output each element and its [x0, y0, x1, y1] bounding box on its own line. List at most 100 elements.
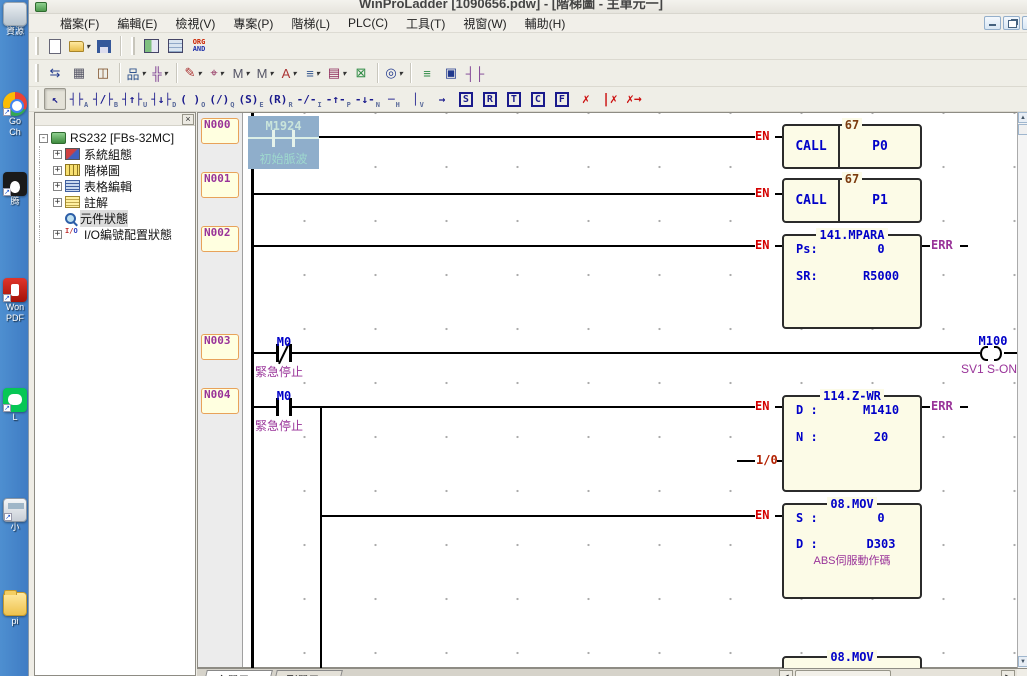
invert-tool[interactable]: -/-I	[296, 88, 323, 110]
expand-icon[interactable]: +	[53, 198, 62, 207]
vscroll-thumb[interactable]	[1018, 124, 1027, 135]
out-coil-tool[interactable]: ( )O	[179, 88, 206, 110]
save-button[interactable]	[93, 35, 115, 57]
chip-button[interactable]: ▦	[68, 62, 90, 84]
org-and-button[interactable]: ORGAND	[188, 35, 210, 57]
f-block-tool[interactable]: F	[551, 88, 573, 110]
status-list-button[interactable]: ≡	[416, 62, 438, 84]
delete-vline-tool[interactable]: |✗	[599, 88, 621, 110]
scroll-up-button[interactable]: ▲	[1018, 112, 1027, 123]
coil-m100[interactable]: M100	[971, 334, 1015, 348]
io-transfer-button[interactable]: ⇆	[44, 62, 66, 84]
coil-right[interactable]	[994, 346, 1002, 361]
network-label-n003[interactable]: N003	[201, 334, 239, 360]
tree-root-rs232[interactable]: - RS232 [FBs-32MC]	[39, 130, 195, 146]
arrow-tool[interactable]: →	[431, 88, 453, 110]
tree-item-comment[interactable]: + 註解	[39, 194, 195, 210]
menu-plc[interactable]: PLC(C)	[339, 15, 397, 31]
monitor-m-button[interactable]: ▤▾	[326, 62, 348, 84]
open-file-button[interactable]: ▾	[68, 35, 91, 57]
zwr-block[interactable]: 114.Z-WR D :M1410 N :20	[782, 395, 922, 492]
not-coil-tool[interactable]: (/)Q	[208, 88, 235, 110]
probe-a-button[interactable]: A▾	[278, 62, 300, 84]
selected-contact-m1924[interactable]: M1924 初始脈波	[248, 116, 319, 169]
motor-button[interactable]: M▾	[254, 62, 276, 84]
desktop-icon-folder[interactable]: pi	[2, 592, 28, 627]
c-block-tool[interactable]: C	[527, 88, 549, 110]
desktop-icon-line[interactable]: ↗L	[2, 388, 28, 423]
rising-edge-tool[interactable]: -↑-P	[325, 88, 352, 110]
menu-help[interactable]: 輔助(H)	[516, 14, 575, 33]
rising-contact-tool[interactable]: ┤↑├U	[121, 88, 148, 110]
desktop-icon-chrome[interactable]: ↗Go Ch	[2, 92, 28, 138]
vline-tool[interactable]: │V	[407, 88, 429, 110]
menu-file[interactable]: 檔案(F)	[51, 14, 108, 33]
call-p1-block[interactable]: 67 CALL P1	[782, 178, 922, 223]
project-tree-button[interactable]: 品▾	[125, 62, 147, 84]
select-tool[interactable]: ↖	[44, 88, 66, 110]
toolbar-grip[interactable]	[35, 64, 39, 82]
hline-tool[interactable]: ─H	[383, 88, 405, 110]
nc-contact-tool[interactable]: ┤/├B	[92, 88, 119, 110]
reset-coil-tool[interactable]: (R)R	[267, 88, 294, 110]
scroll-down-button[interactable]: ▼	[1018, 656, 1027, 667]
tree-item-system-config[interactable]: + 系統組態	[39, 146, 195, 162]
menu-tool[interactable]: 工具(T)	[397, 14, 454, 33]
tab-main-unit[interactable]: 主單元一	[203, 670, 273, 676]
desktop-icon-calc[interactable]: ↗小	[2, 498, 28, 533]
menu-window[interactable]: 視窗(W)	[454, 14, 515, 33]
s-block-tool[interactable]: S	[455, 88, 477, 110]
status-page-button[interactable]	[140, 35, 162, 57]
tab-sub-unit[interactable]: 副單元一	[273, 670, 343, 676]
menu-view[interactable]: 檢視(V)	[166, 14, 224, 33]
menu-project[interactable]: 專案(P)	[224, 14, 282, 33]
t-block-tool[interactable]: T	[503, 88, 525, 110]
network-label-n001[interactable]: N001	[201, 172, 239, 198]
reference-book-button[interactable]: ◫	[92, 62, 114, 84]
scroll-right-button[interactable]: ▶	[1001, 670, 1015, 676]
tree-item-table-edit[interactable]: + 表格編輯	[39, 178, 195, 194]
network-label-n004[interactable]: N004	[201, 388, 239, 414]
expand-icon[interactable]: +	[53, 166, 62, 175]
close-button[interactable]: ×	[1022, 16, 1027, 30]
expand-icon[interactable]: +	[53, 182, 62, 191]
toolbar-grip[interactable]	[35, 90, 39, 108]
call-p0-block[interactable]: 67 CALL P0	[782, 124, 922, 169]
toolbar-grip[interactable]	[131, 37, 135, 55]
probe-m-button[interactable]: ⌖▾	[206, 62, 228, 84]
network-label-n002[interactable]: N002	[201, 226, 239, 252]
motor-m-button[interactable]: M▾	[230, 62, 252, 84]
restore-button[interactable]	[1003, 16, 1020, 30]
ladder-page-button[interactable]	[164, 35, 186, 57]
mpara-block[interactable]: 141.MPARA Ps:0 SR:R5000	[782, 234, 922, 329]
hscroll-thumb[interactable]	[795, 670, 891, 676]
desktop-icon-pdf[interactable]: ↗Won PDF	[2, 278, 28, 324]
zoom-button[interactable]: ◎▾	[383, 62, 405, 84]
vertical-scrollbar[interactable]: ▲ ▼	[1017, 112, 1027, 668]
delete-net-tool[interactable]: ✗→	[623, 88, 645, 110]
contact-m0[interactable]: M0	[264, 335, 304, 349]
tree-item-ladder-diagram[interactable]: + 階梯圖	[39, 162, 195, 178]
coil-left[interactable]	[980, 346, 988, 361]
menu-edit[interactable]: 編輯(E)	[108, 14, 166, 33]
edit-element-button[interactable]: ✎▾	[182, 62, 204, 84]
desktop-icon-qq[interactable]: ↗腾	[2, 172, 28, 207]
no-contact-tool[interactable]: ┤├A	[68, 88, 90, 110]
list-status-button[interactable]: ≡▾	[302, 62, 324, 84]
network-label-n000[interactable]: N000	[201, 118, 239, 144]
new-file-button[interactable]	[44, 35, 66, 57]
mov-block[interactable]: 08.MOV S :0 D :D303 ABS伺服動作碼	[782, 503, 922, 599]
scroll-left-button[interactable]: ◀	[779, 670, 793, 676]
r-block-tool[interactable]: R	[479, 88, 501, 110]
falling-contact-tool[interactable]: ┤↓├D	[150, 88, 177, 110]
menu-ladder[interactable]: 階梯(L)	[282, 14, 339, 33]
contact-m0[interactable]: M0	[264, 389, 304, 403]
close-panel-button[interactable]: ×	[182, 114, 194, 125]
falling-edge-tool[interactable]: -↓-N	[354, 88, 381, 110]
collapse-icon[interactable]: -	[39, 134, 48, 143]
expand-icon[interactable]: +	[53, 230, 62, 239]
network-edit-button[interactable]: ╬▾	[149, 62, 171, 84]
toolbar-grip[interactable]	[35, 37, 39, 55]
tree-item-element-status[interactable]: 元件狀態	[39, 210, 195, 226]
ladder-canvas[interactable]: M1924 初始脈波 EN 67 CALL P0	[243, 113, 1018, 669]
